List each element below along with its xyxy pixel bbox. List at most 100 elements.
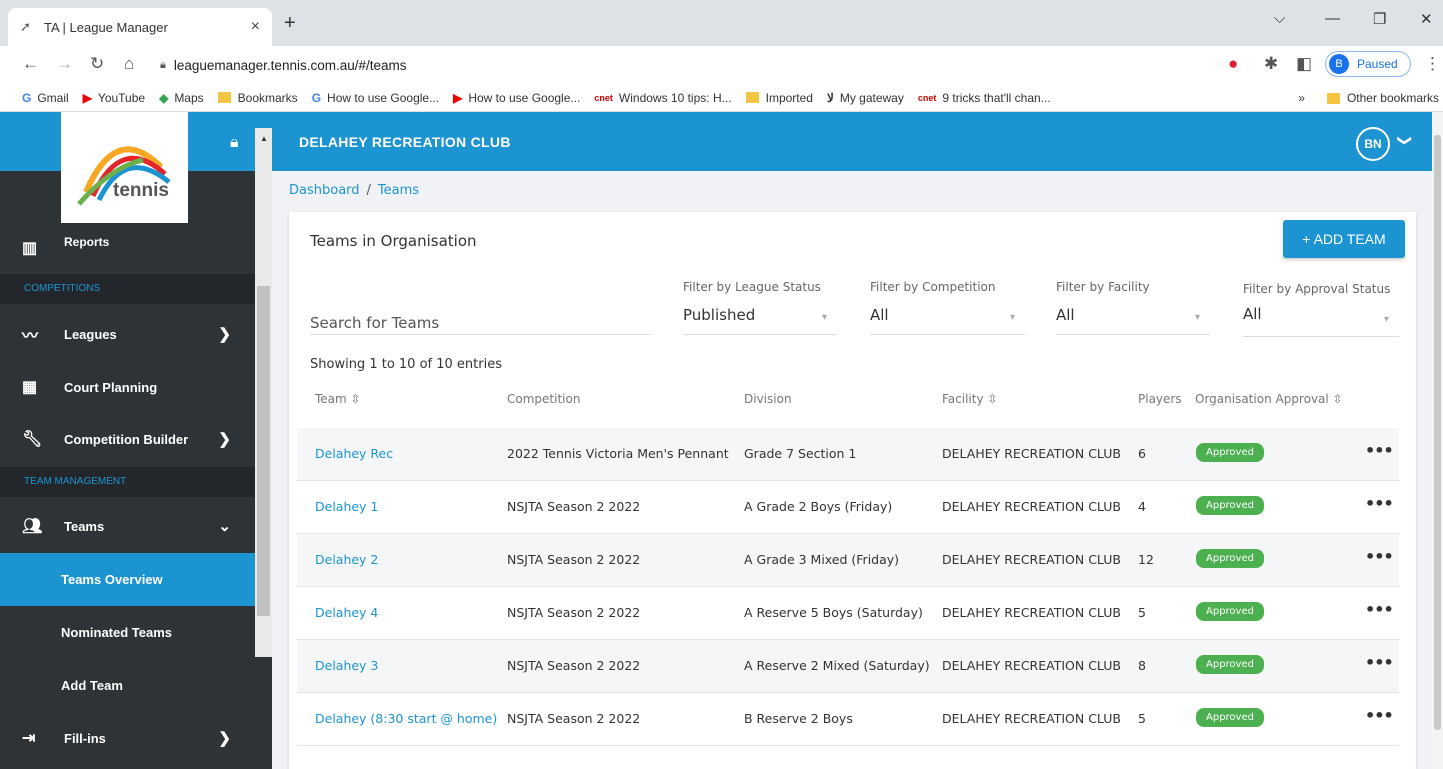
sidebar-scrollbar-thumb[interactable] [257, 286, 270, 616]
bookmark-windows-tips[interactable]: cnet Windows 10 tips: H... [594, 91, 731, 105]
breadcrumb-teams[interactable]: Teams [378, 183, 419, 198]
card-title: Teams in Organisation [310, 232, 477, 250]
page-scrollbar-thumb[interactable] [1434, 135, 1441, 730]
bookmark-youtube[interactable]: ▶ YouTube [83, 91, 145, 105]
new-tab-button[interactable]: + [284, 12, 296, 35]
column-header-facility[interactable]: Facility ⇳ [942, 392, 997, 406]
user-avatar[interactable]: BN [1356, 127, 1390, 161]
profile-button[interactable]: B Paused [1325, 51, 1411, 77]
cell-players: 4 [1138, 499, 1146, 514]
address-bar[interactable]: 🔒︎ leaguemanager.tennis.com.au/#/teams [160, 52, 1215, 78]
bookmarks-overflow-icon[interactable]: » [1298, 91, 1305, 105]
team-link[interactable]: Delahey 2 [315, 552, 378, 567]
nav-add-team[interactable]: Add Team [0, 659, 255, 712]
url-text: leaguemanager.tennis.com.au/#/teams [173, 57, 407, 73]
column-header-team[interactable]: Team ⇳ [315, 392, 361, 406]
team-link[interactable]: Delahey 3 [315, 658, 378, 673]
scroll-up-arrow-icon[interactable]: ▲ [260, 134, 268, 143]
cell-competition: NSJTA Season 2 2022 [507, 552, 641, 567]
team-link[interactable]: Delahey 4 [315, 605, 378, 620]
close-window-icon[interactable]: ✕ [1420, 10, 1433, 28]
bookmark-google-help[interactable]: G How to use Google... [312, 91, 439, 105]
back-icon[interactable]: ← [22, 54, 39, 74]
menu-icon[interactable]: ⋮ [1424, 54, 1441, 74]
more-actions-icon[interactable]: ••• [1365, 494, 1394, 513]
other-bookmarks[interactable]: Other bookmarks [1347, 91, 1439, 105]
user-menu-chevron-icon[interactable]: ❯ [1396, 135, 1413, 147]
leagues-chart-icon: 〰 [22, 328, 39, 345]
filter-underline [1243, 336, 1399, 337]
sidepanel-icon[interactable]: ◧ [1296, 54, 1312, 74]
team-link[interactable]: Delahey (8:30 start @ home) [315, 711, 497, 726]
bookmark-my-gateway[interactable]: ﻻ My gateway [827, 91, 904, 105]
more-actions-icon[interactable]: ••• [1365, 547, 1394, 566]
table-row: Delahey 1 NSJTA Season 2 2022 A Grade 2 … [297, 481, 1399, 534]
column-header-division: Division [744, 392, 792, 406]
bookmarks-bar: G Gmail ▶ YouTube ◆ Maps Bookmarks G How to … [0, 84, 1443, 112]
sidebar: tennis 🔒︎ ▥ Reports COMPETITIONS 〰 Leagu… [0, 112, 272, 769]
team-link[interactable]: Delahey 1 [315, 499, 378, 514]
reload-icon[interactable]: ↻ [90, 54, 104, 74]
status-badge: Approved [1196, 496, 1264, 515]
filter-approval-status-value: All [1243, 305, 1262, 323]
bookmark-folder-bookmarks[interactable]: Bookmarks [217, 91, 298, 105]
cell-division: A Reserve 5 Boys (Saturday) [744, 605, 923, 620]
tab-close-icon[interactable]: × [251, 18, 260, 36]
cell-facility: DELAHEY RECREATION CLUB [942, 711, 1121, 726]
team-link[interactable]: Delahey Rec [315, 446, 393, 461]
cell-players: 8 [1138, 658, 1146, 673]
add-team-button[interactable]: + ADD TEAM [1283, 220, 1405, 258]
bookmark-maps[interactable]: ◆ Maps [159, 91, 204, 105]
tab-search-icon[interactable]: ⌵ [1274, 10, 1285, 27]
more-actions-icon[interactable]: ••• [1365, 653, 1394, 672]
more-actions-icon[interactable]: ••• [1365, 600, 1394, 619]
cell-facility: DELAHEY RECREATION CLUB [942, 605, 1121, 620]
cell-competition: NSJTA Season 2 2022 [507, 711, 641, 726]
tennis-favicon-icon: ➚ [20, 19, 31, 34]
showing-entries: Showing 1 to 10 of 10 entries [310, 357, 502, 372]
tennis-logo[interactable]: tennis [61, 112, 188, 223]
app-header: DELAHEY RECREATION CLUB BN ❯ [272, 112, 1443, 171]
extensions-puzzle-icon[interactable]: ✱ [1264, 54, 1278, 74]
sign-in-icon: ⇥ [22, 730, 36, 747]
chevron-right-icon: ❯ [218, 431, 231, 448]
breadcrumb-dashboard[interactable]: Dashboard [289, 183, 360, 198]
column-header-approval[interactable]: Organisation Approval ⇳ [1195, 392, 1343, 406]
filter-underline [1056, 334, 1210, 335]
forward-icon[interactable]: → [56, 54, 73, 74]
search-input[interactable]: Search for Teams [310, 292, 651, 335]
browser-tab[interactable]: ➚ TA | League Manager × [8, 8, 272, 46]
status-badge: Approved [1196, 443, 1264, 462]
bookmark-gmail[interactable]: G Gmail [22, 91, 69, 105]
lock-icon: 🔒︎ [160, 58, 166, 71]
sort-icon: ⇳ [350, 392, 361, 406]
restore-icon[interactable]: ❐ [1373, 10, 1386, 28]
lock-sidebar-icon[interactable]: 🔒︎ [230, 134, 239, 152]
filter-facility-label: Filter by Facility [1056, 280, 1150, 294]
minimize-icon[interactable]: — [1325, 10, 1340, 27]
filter-competition[interactable]: Filter by Competition All ▾ [870, 280, 1025, 335]
more-actions-icon[interactable]: ••• [1365, 706, 1394, 725]
filter-facility[interactable]: Filter by Facility All ▾ [1056, 280, 1210, 335]
filter-league-status[interactable]: Filter by League Status Published ▾ [683, 280, 837, 335]
filter-approval-status[interactable]: Filter by Approval Status All ▾ [1243, 282, 1399, 337]
cell-facility: DELAHEY RECREATION CLUB [942, 552, 1121, 567]
nav-teams-overview[interactable]: Teams Overview [0, 553, 255, 606]
nav-court-planning[interactable]: ▦ Court Planning [0, 361, 255, 413]
home-icon[interactable]: ⌂ [124, 54, 134, 74]
nav-reports[interactable]: ▥ Reports [0, 223, 255, 273]
extension-icon[interactable]: ● [1228, 54, 1238, 74]
nav-competition-builder[interactable]: 🔧︎ Competition Builder ❯ [0, 413, 255, 465]
bookmark-google-video[interactable]: ▶ How to use Google... [453, 91, 580, 105]
nav-teams[interactable]: 👥︎ Teams ⌄ [0, 500, 255, 552]
nav-leagues[interactable]: 〰 Leagues ❯ [0, 308, 255, 360]
bookmark-folder-imported[interactable]: Imported [745, 91, 813, 105]
bookmark-9-tricks[interactable]: cnet 9 tricks that'll chan... [918, 91, 1051, 105]
nav-nominated-teams[interactable]: Nominated Teams [0, 606, 255, 659]
section-team-management: TEAM MANAGEMENT [0, 467, 255, 497]
nav-fill-ins[interactable]: ⇥ Fill-ins ❯ [0, 712, 255, 764]
more-actions-icon[interactable]: ••• [1365, 441, 1394, 460]
dropdown-arrow-icon: ▾ [821, 312, 827, 323]
column-header-players: Players [1138, 392, 1182, 406]
gmail-icon: G [22, 90, 32, 105]
